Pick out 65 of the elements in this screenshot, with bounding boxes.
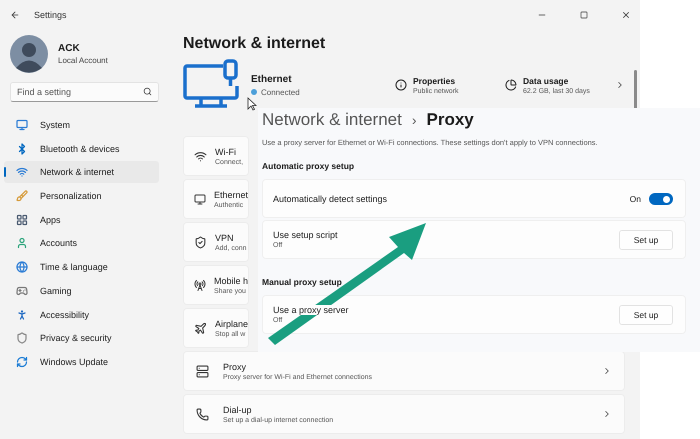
sidebar-item[interactable]: Apps (4, 208, 159, 231)
window-title: Settings (34, 10, 67, 20)
account-name: ACK (58, 43, 81, 54)
server-icon (196, 364, 209, 378)
sidebar-item[interactable]: Network & internet (4, 161, 159, 184)
shield-icon (194, 236, 207, 248)
setup-button[interactable]: Set up (619, 304, 673, 324)
wifi-icon (16, 166, 28, 178)
section-heading: Automatic proxy setup (262, 161, 356, 171)
close-icon (621, 10, 631, 20)
setting-title: Use a proxy server (273, 305, 349, 315)
breadcrumb-current: Proxy (426, 110, 474, 130)
cursor-icon (247, 97, 257, 111)
card-title: Proxy (223, 362, 246, 372)
airplane-icon (194, 322, 207, 334)
brush-icon (16, 190, 28, 202)
sidebar-item[interactable]: Windows Update (4, 350, 159, 373)
avatar (10, 35, 48, 73)
sidebar-item[interactable]: System (4, 114, 159, 136)
connection-status: Connected (261, 88, 300, 96)
page-title: Network & internet (183, 35, 326, 54)
sidebar-item[interactable]: Gaming (4, 280, 159, 302)
setup-button[interactable]: Set up (619, 230, 673, 250)
sidebar-item[interactable]: Bluetooth & devices (4, 138, 159, 160)
setting-title: Use setup script (273, 230, 338, 240)
sidebar-item[interactable]: Accessibility (4, 304, 159, 326)
refresh-icon (16, 356, 28, 368)
search-field[interactable]: Find a setting (10, 82, 159, 102)
status-dot-icon (251, 89, 257, 95)
monitor-icon (16, 119, 28, 131)
card-title: Ethernet (214, 190, 248, 200)
toggle-state: On (630, 194, 641, 204)
sidebar-item[interactable]: Time & language (4, 256, 159, 278)
globe-icon (16, 261, 28, 274)
setting-title: Automatically detect settings (273, 194, 388, 204)
account-type: Local Account (58, 56, 108, 65)
monitor-icon (194, 192, 206, 206)
sidebar-item[interactable]: Accounts (4, 232, 159, 254)
pie-chart-icon (505, 79, 517, 91)
maximize-icon (580, 11, 588, 19)
gamepad-icon (16, 284, 28, 297)
wifi-icon (194, 150, 207, 162)
toggle-switch[interactable] (649, 192, 673, 204)
back-icon[interactable] (10, 10, 20, 20)
section-heading: Manual proxy setup (262, 277, 343, 287)
sidebar-item[interactable]: Privacy & security (4, 327, 159, 350)
antenna-icon (194, 278, 206, 292)
scrollbar[interactable] (634, 70, 637, 110)
phone-icon (196, 408, 209, 420)
card-title: Airplane (214, 318, 248, 328)
connection-name: Ethernet (251, 74, 293, 84)
person-icon (16, 308, 28, 320)
info-icon (395, 79, 407, 91)
breadcrumb-separator: › (412, 112, 417, 128)
card-title: Dial-up (223, 404, 252, 414)
grid-icon (16, 214, 28, 226)
shield-icon (16, 332, 28, 344)
card-title: Wi-Fi (215, 146, 236, 156)
card-title: VPN (215, 232, 234, 242)
bluetooth-icon (16, 142, 28, 155)
card-title: Mobile h (214, 276, 248, 286)
person-icon (16, 237, 28, 250)
breadcrumb-parent[interactable]: Network & internet (262, 110, 402, 130)
sidebar-item[interactable]: Personalization (4, 185, 159, 208)
search-icon (143, 87, 152, 96)
